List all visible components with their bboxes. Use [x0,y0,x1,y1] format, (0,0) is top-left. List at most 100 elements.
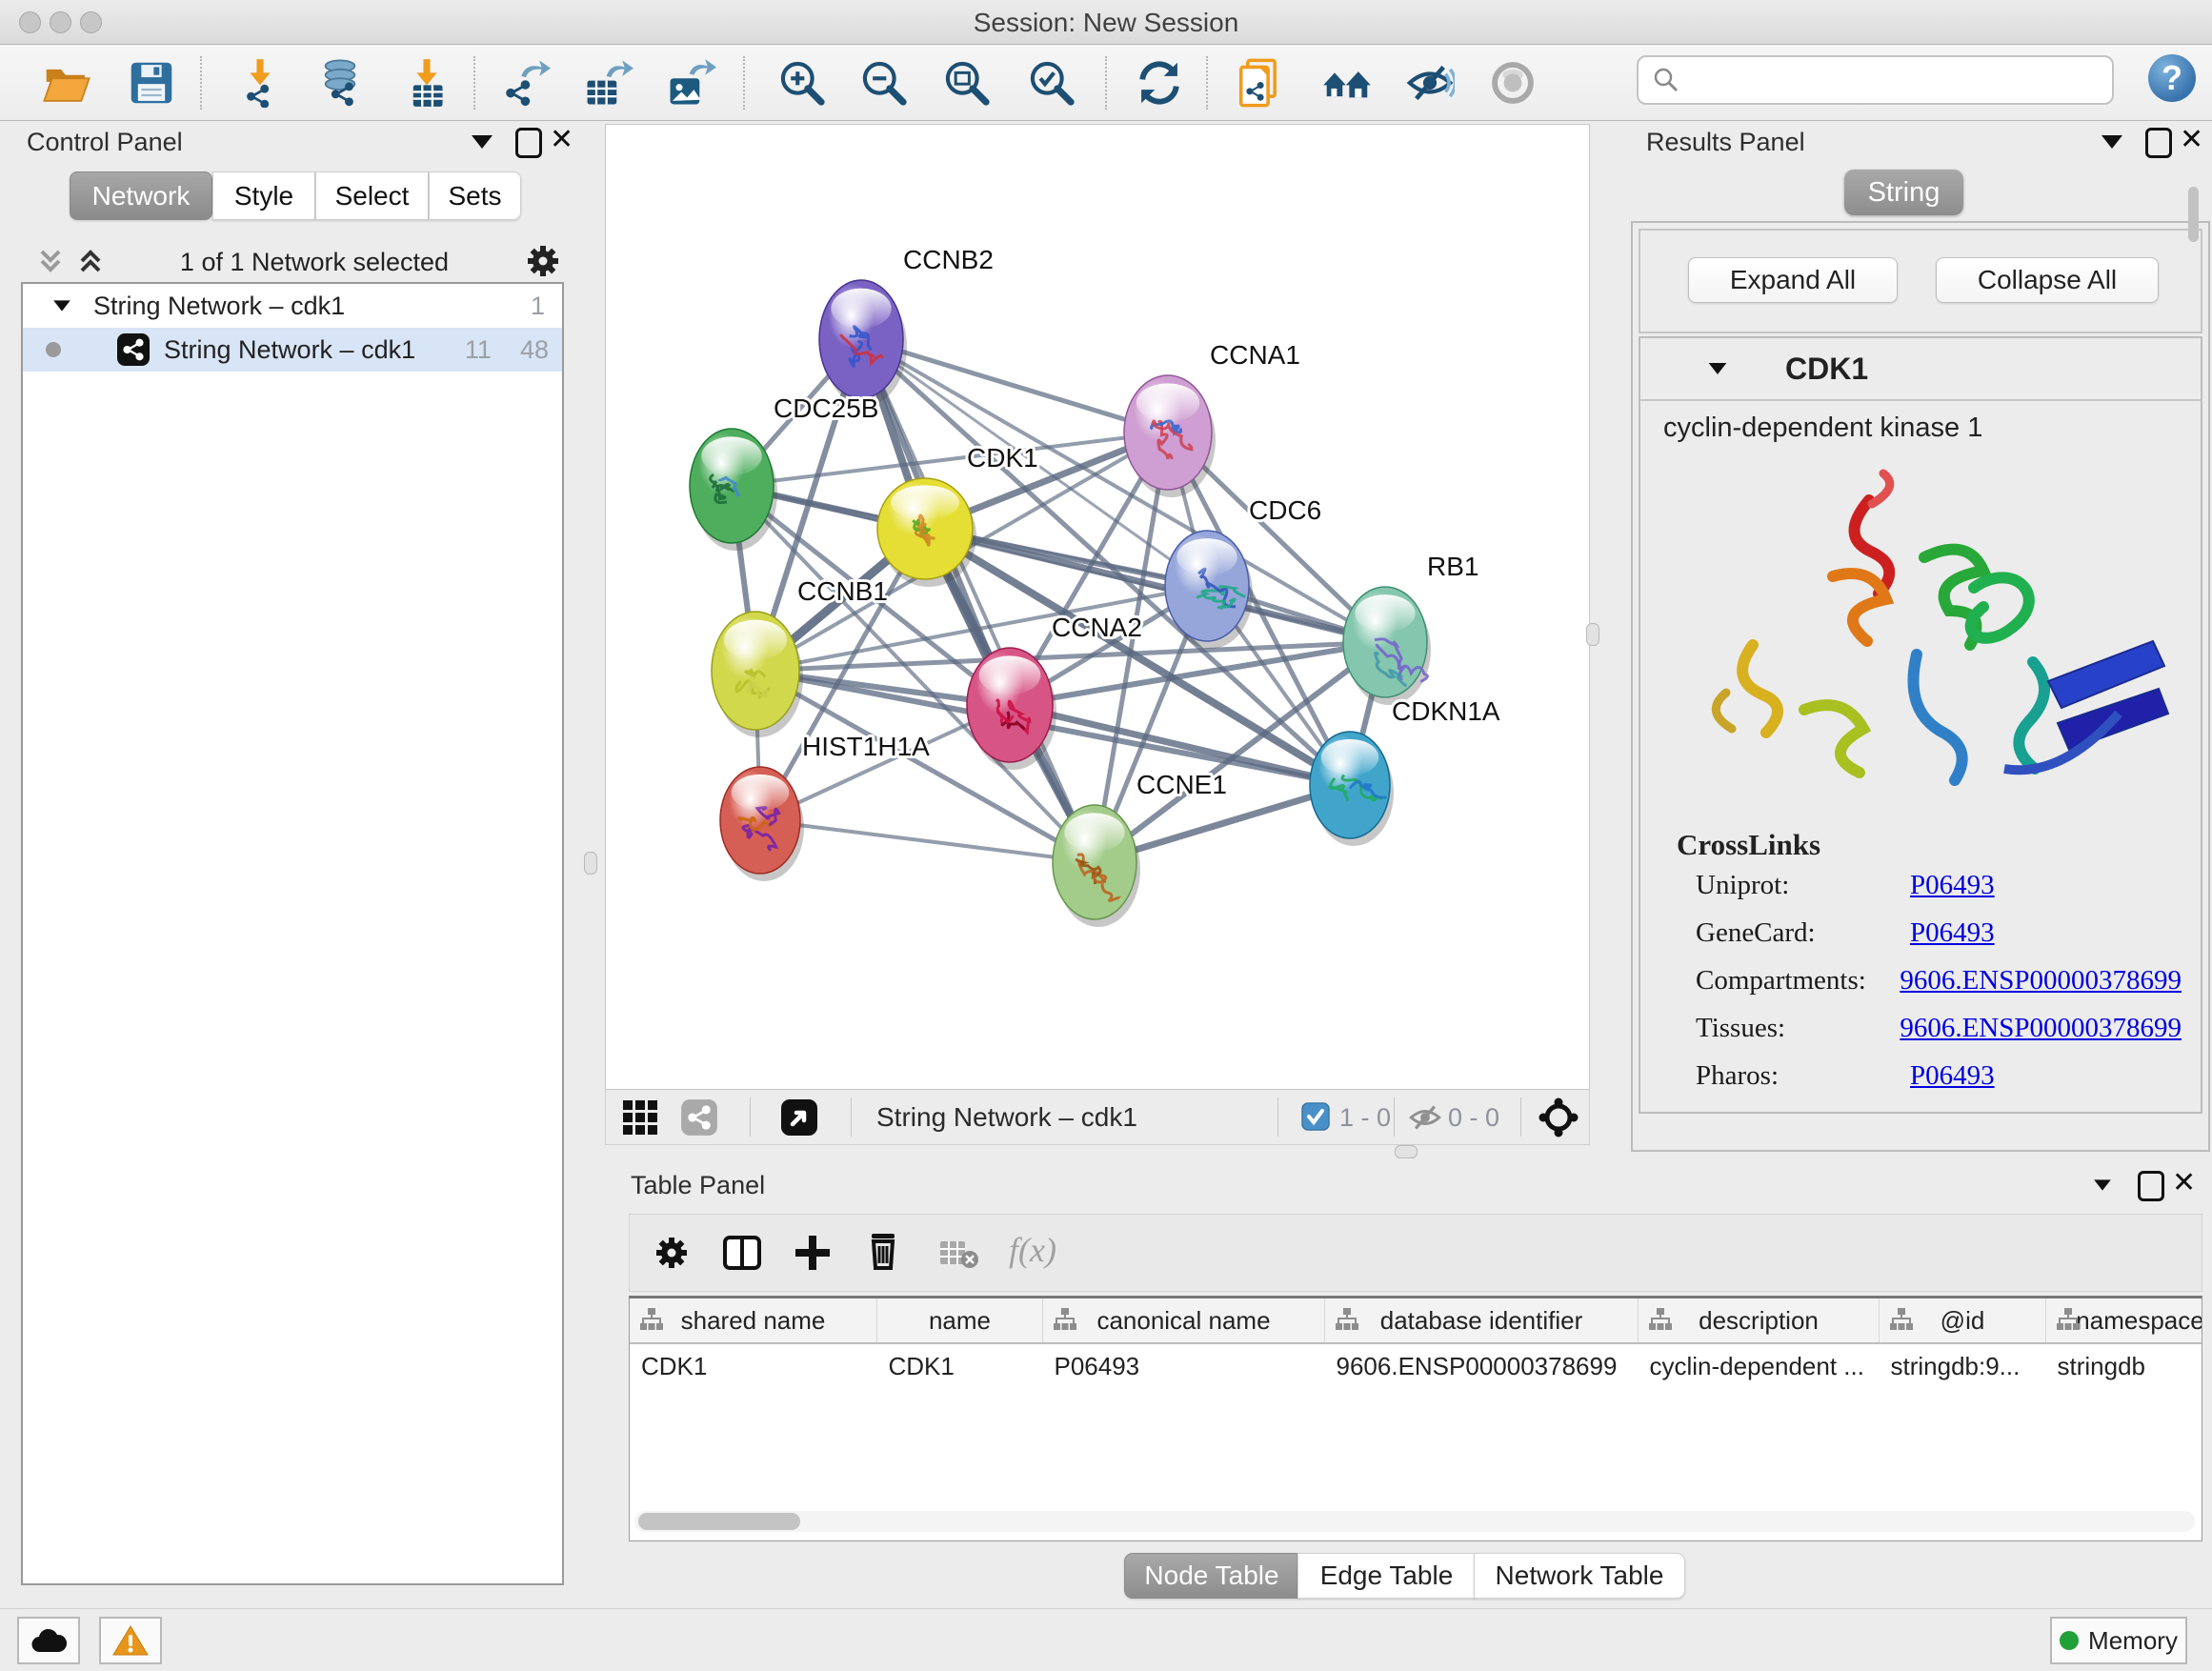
collapse-all-button[interactable]: Collapse All [1936,257,2159,303]
footer-separator [851,1097,852,1137]
table-cell[interactable]: P06493 [1043,1343,1325,1388]
tab-style[interactable]: Style [212,171,315,220]
results-scrollbar-thumb[interactable] [2188,187,2199,242]
network-row-selected[interactable]: String Network – cdk1 11 48 [23,328,562,372]
show-columns-icon[interactable] [721,1232,763,1274]
table-cell[interactable]: CDK1 [877,1343,1043,1388]
network-node-CDKN1A[interactable]: CDKN1A [1310,696,1500,846]
import-database-button[interactable] [315,58,365,108]
column-header-description[interactable]: description [1639,1299,1880,1343]
memory-button[interactable]: Memory [2050,1617,2187,1664]
left-splitter-handle[interactable] [584,852,597,875]
table-panel-close-button[interactable]: ✕ [2172,1171,2196,1196]
warning-button[interactable] [99,1617,162,1664]
table-cell[interactable]: cyclin-dependent ... [1639,1343,1880,1388]
results-panel-title: Results Panel [1646,128,1805,157]
grid-view-icon[interactable] [621,1098,659,1137]
column-header-namespace[interactable]: namespace [2046,1299,2203,1343]
table-cell[interactable]: CDK1 [630,1343,877,1388]
network-node-CCNB1[interactable]: CCNB1 [712,576,888,737]
string-view-icon[interactable] [680,1098,718,1137]
search-input[interactable] [1690,60,2112,100]
right-splitter-handle[interactable] [1586,623,1599,646]
table-panel-maximize-button[interactable] [2138,1171,2164,1201]
zoom-in-button[interactable] [777,58,827,108]
results-panel-float-button[interactable] [2101,135,2122,149]
help-button[interactable]: ? [2148,54,2196,102]
tab-node-table[interactable]: Node Table [1124,1553,1299,1599]
table-panel-float-button[interactable] [2094,1179,2111,1190]
table-cell[interactable]: 9606.ENSP00000378699 [1325,1343,1639,1388]
delete-table-icon [938,1239,980,1270]
bottom-splitter-handle[interactable] [1395,1145,1418,1158]
zoom-fit-button[interactable] [942,58,992,108]
protein-card-header[interactable]: CDK1 [1640,338,2201,401]
network-options-gear-icon[interactable] [524,242,562,280]
crosslink-link[interactable]: 9606.ENSP00000378699 [1900,965,2182,997]
birds-eye-icon[interactable] [779,1097,819,1137]
column-header-canonical-name[interactable]: canonical name [1043,1299,1325,1343]
expand-all-icon[interactable] [74,246,107,276]
pan-crosshair-icon[interactable] [1538,1097,1579,1138]
import-table-button[interactable] [402,58,452,108]
tab-select[interactable]: Select [315,171,429,220]
column-header--id[interactable]: @id [1880,1299,2046,1343]
zoom-selected-button[interactable] [1027,58,1076,108]
tab-network[interactable]: Network [70,171,212,220]
control-panel-maximize-button[interactable] [515,128,542,158]
crosslink-link[interactable]: 9606.ENSP00000378699 [1900,1013,2182,1044]
protein-collapse-icon[interactable] [1709,363,1727,374]
tab-network-table[interactable]: Network Table [1474,1553,1685,1599]
control-panel-close-button[interactable]: ✕ [550,128,573,152]
crosslink-link[interactable]: P06493 [1910,917,1995,949]
network-node-RB1[interactable]: RB1 [1343,552,1478,705]
results-panel-close-button[interactable]: ✕ [2180,128,2203,152]
tab-string[interactable]: String [1844,170,1963,215]
refresh-button[interactable] [1135,58,1184,108]
clone-network-button[interactable] [1237,58,1286,108]
results-panel-maximize-button[interactable] [2145,128,2172,158]
homes-icon[interactable] [1322,58,1372,108]
network-collection-row[interactable]: String Network – cdk1 1 [23,284,562,328]
tab-sets[interactable]: Sets [429,171,521,220]
hidden-eye-slash-icon[interactable] [1408,1100,1442,1135]
selected-nodes-checkbox-icon[interactable] [1301,1102,1330,1131]
hide-unhide-button[interactable] [1405,58,1455,108]
collapse-all-icon[interactable] [34,246,67,276]
network-node-HIST1H1A[interactable]: HIST1H1A [720,732,930,881]
cloud-button[interactable] [17,1617,80,1664]
node-table[interactable]: shared namenamecanonical namedatabase id… [629,1296,2202,1541]
export-network-button[interactable] [501,58,551,108]
export-table-button[interactable] [584,58,633,108]
toolbar-separator [1105,56,1107,110]
collection-expand-icon[interactable] [53,300,70,311]
crosslink-link[interactable]: P06493 [1910,870,1995,901]
table-cell[interactable]: stringdb [2046,1343,2203,1388]
crosslink-link[interactable]: P06493 [1910,1060,1995,1092]
column-type-icon [2056,1307,2081,1332]
network-graph[interactable]: CCNB2CCNA1CDC25BCDK1CDC6RB1CCNB1CCNA2CDK… [606,125,1589,1090]
network-canvas[interactable]: CCNB2CCNA1CDC25BCDK1CDC6RB1CCNB1CCNA2CDK… [605,124,1590,1091]
create-column-icon[interactable] [792,1232,834,1274]
table-scrollbar-thumb[interactable] [638,1513,800,1530]
expand-all-button[interactable]: Expand All [1688,257,1898,303]
control-panel-float-button[interactable] [472,135,493,149]
table-scrollbar[interactable] [634,1511,2195,1532]
protein-result-card: CDK1 cyclin-dependent kinase 1 [1639,336,2202,1114]
tab-edge-table[interactable]: Edge Table [1297,1553,1476,1599]
delete-column-icon[interactable] [862,1230,904,1272]
save-session-button[interactable] [127,58,176,108]
column-header-database-identifier[interactable]: database identifier [1325,1299,1639,1343]
column-header-shared-name[interactable]: shared name [630,1299,877,1343]
table-cell[interactable]: stringdb:9... [1880,1343,2046,1388]
column-header-name[interactable]: name [877,1299,1043,1343]
export-image-button[interactable] [667,58,716,108]
import-network-button[interactable] [235,58,285,108]
table-row[interactable]: CDK1CDK1P064939606.ENSP00000378699cyclin… [630,1343,2202,1388]
table-options-gear-icon[interactable] [653,1234,691,1272]
crosslink-label: Uniprot: [1696,870,1910,901]
zoom-out-button[interactable] [859,58,909,108]
crosslink-label: Compartments: [1696,965,1900,997]
toolbar-separator [200,56,202,110]
open-session-button[interactable] [42,58,91,108]
